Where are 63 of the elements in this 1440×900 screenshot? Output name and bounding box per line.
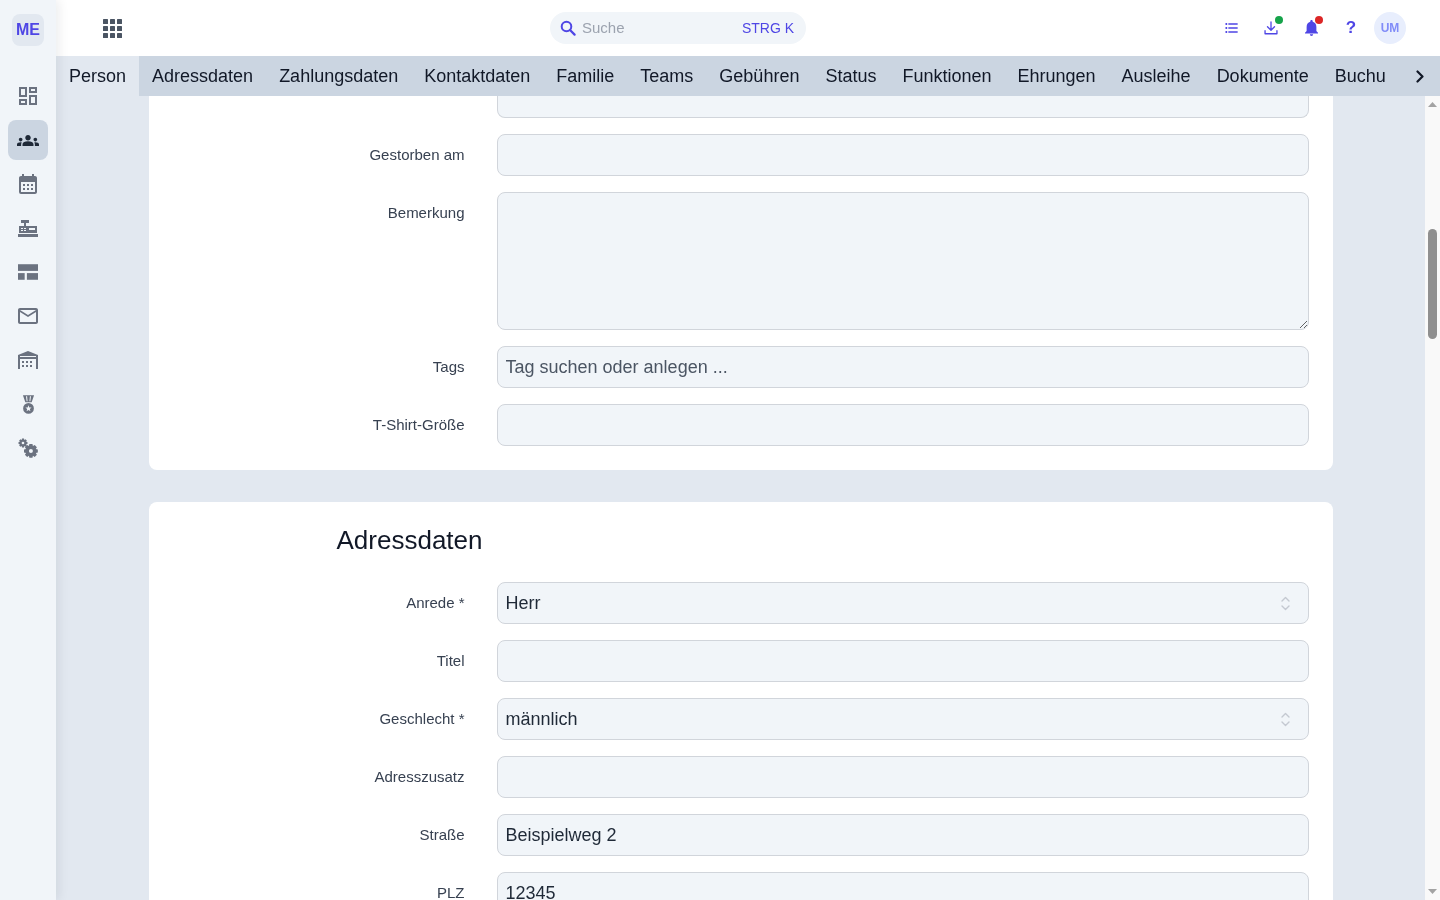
download-icon <box>1264 21 1278 35</box>
select-field[interactable]: Herr <box>496 582 1309 624</box>
field-label: Adresszusatz <box>374 767 465 787</box>
search-field[interactable]: Suche <box>582 16 736 40</box>
sidebar-item[interactable] <box>8 120 48 160</box>
field-label: Tags <box>432 357 465 377</box>
bell-icon <box>1304 20 1318 36</box>
tab[interactable]: Kontaktdaten <box>411 56 544 96</box>
tab[interactable]: Teams <box>627 56 707 96</box>
people-icon <box>17 134 39 146</box>
chevron-up-down-icon <box>1280 711 1290 727</box>
warehouse-icon <box>18 351 38 369</box>
search-bar[interactable]: Suche STRG K <box>550 12 806 44</box>
field-label: Gestorben am <box>369 145 465 165</box>
layout-icon <box>18 264 38 280</box>
tab[interactable]: Status <box>812 56 890 96</box>
tab[interactable]: Dokumente <box>1203 56 1322 96</box>
input-field[interactable]: Tag suchen oder anlegen ... <box>496 346 1309 388</box>
caret-up-icon[interactable] <box>1428 102 1437 107</box>
chevron-right-icon <box>1416 69 1424 83</box>
grid-icon <box>102 18 122 38</box>
search-icon <box>560 20 576 36</box>
input-field[interactable] <box>496 134 1309 176</box>
gears-icon <box>18 438 38 458</box>
scrollbar[interactable] <box>1425 96 1440 900</box>
field-label: Titel <box>436 651 465 671</box>
input-field[interactable]: 12345 <box>496 872 1309 900</box>
input-field[interactable] <box>496 404 1309 446</box>
field-label: PLZ <box>437 883 465 900</box>
logo[interactable]: ME <box>12 14 44 46</box>
field-label: Geschlecht * <box>379 709 465 729</box>
shortcut-hint: STRG K <box>741 18 794 38</box>
input-field[interactable] <box>496 96 1309 118</box>
tab[interactable]: Ausleihe <box>1108 56 1204 96</box>
tab[interactable]: Person <box>56 56 140 96</box>
input-field[interactable] <box>496 756 1309 798</box>
scrollbar-thumb[interactable] <box>1428 229 1437 339</box>
tab[interactable]: Funktionen <box>889 56 1005 96</box>
tab[interactable]: Adressdaten <box>139 56 267 96</box>
cash-register-icon <box>18 219 38 237</box>
mail-icon <box>18 308 38 324</box>
field-label: Anrede * <box>406 593 465 613</box>
caret-down-icon[interactable] <box>1428 889 1437 894</box>
input-field[interactable] <box>496 640 1309 682</box>
tab[interactable]: Buchu <box>1321 56 1399 96</box>
apps-button[interactable] <box>102 18 122 38</box>
dashboard-icon <box>19 87 37 105</box>
tab[interactable]: Gebühren <box>706 56 813 96</box>
section-title: Adressdaten <box>336 524 483 556</box>
medal-icon <box>21 394 35 414</box>
input-field[interactable]: Beispielweg 2 <box>496 814 1309 856</box>
chevron-up-down-icon <box>1280 595 1290 611</box>
tab[interactable]: Ehrungen <box>1004 56 1109 96</box>
field-label: Straße <box>419 825 465 845</box>
tab[interactable]: Zahlungsdaten <box>266 56 412 96</box>
textarea-field[interactable] <box>496 192 1309 330</box>
help-button[interactable]: ? <box>1339 16 1363 40</box>
list-icon <box>1224 23 1238 33</box>
tab[interactable]: Familie <box>543 56 628 96</box>
field-label: Bemerkung <box>387 203 465 223</box>
field-label: T-Shirt-Größe <box>372 415 465 435</box>
select-field[interactable]: männlich <box>496 698 1309 740</box>
calendar-icon <box>19 174 37 194</box>
